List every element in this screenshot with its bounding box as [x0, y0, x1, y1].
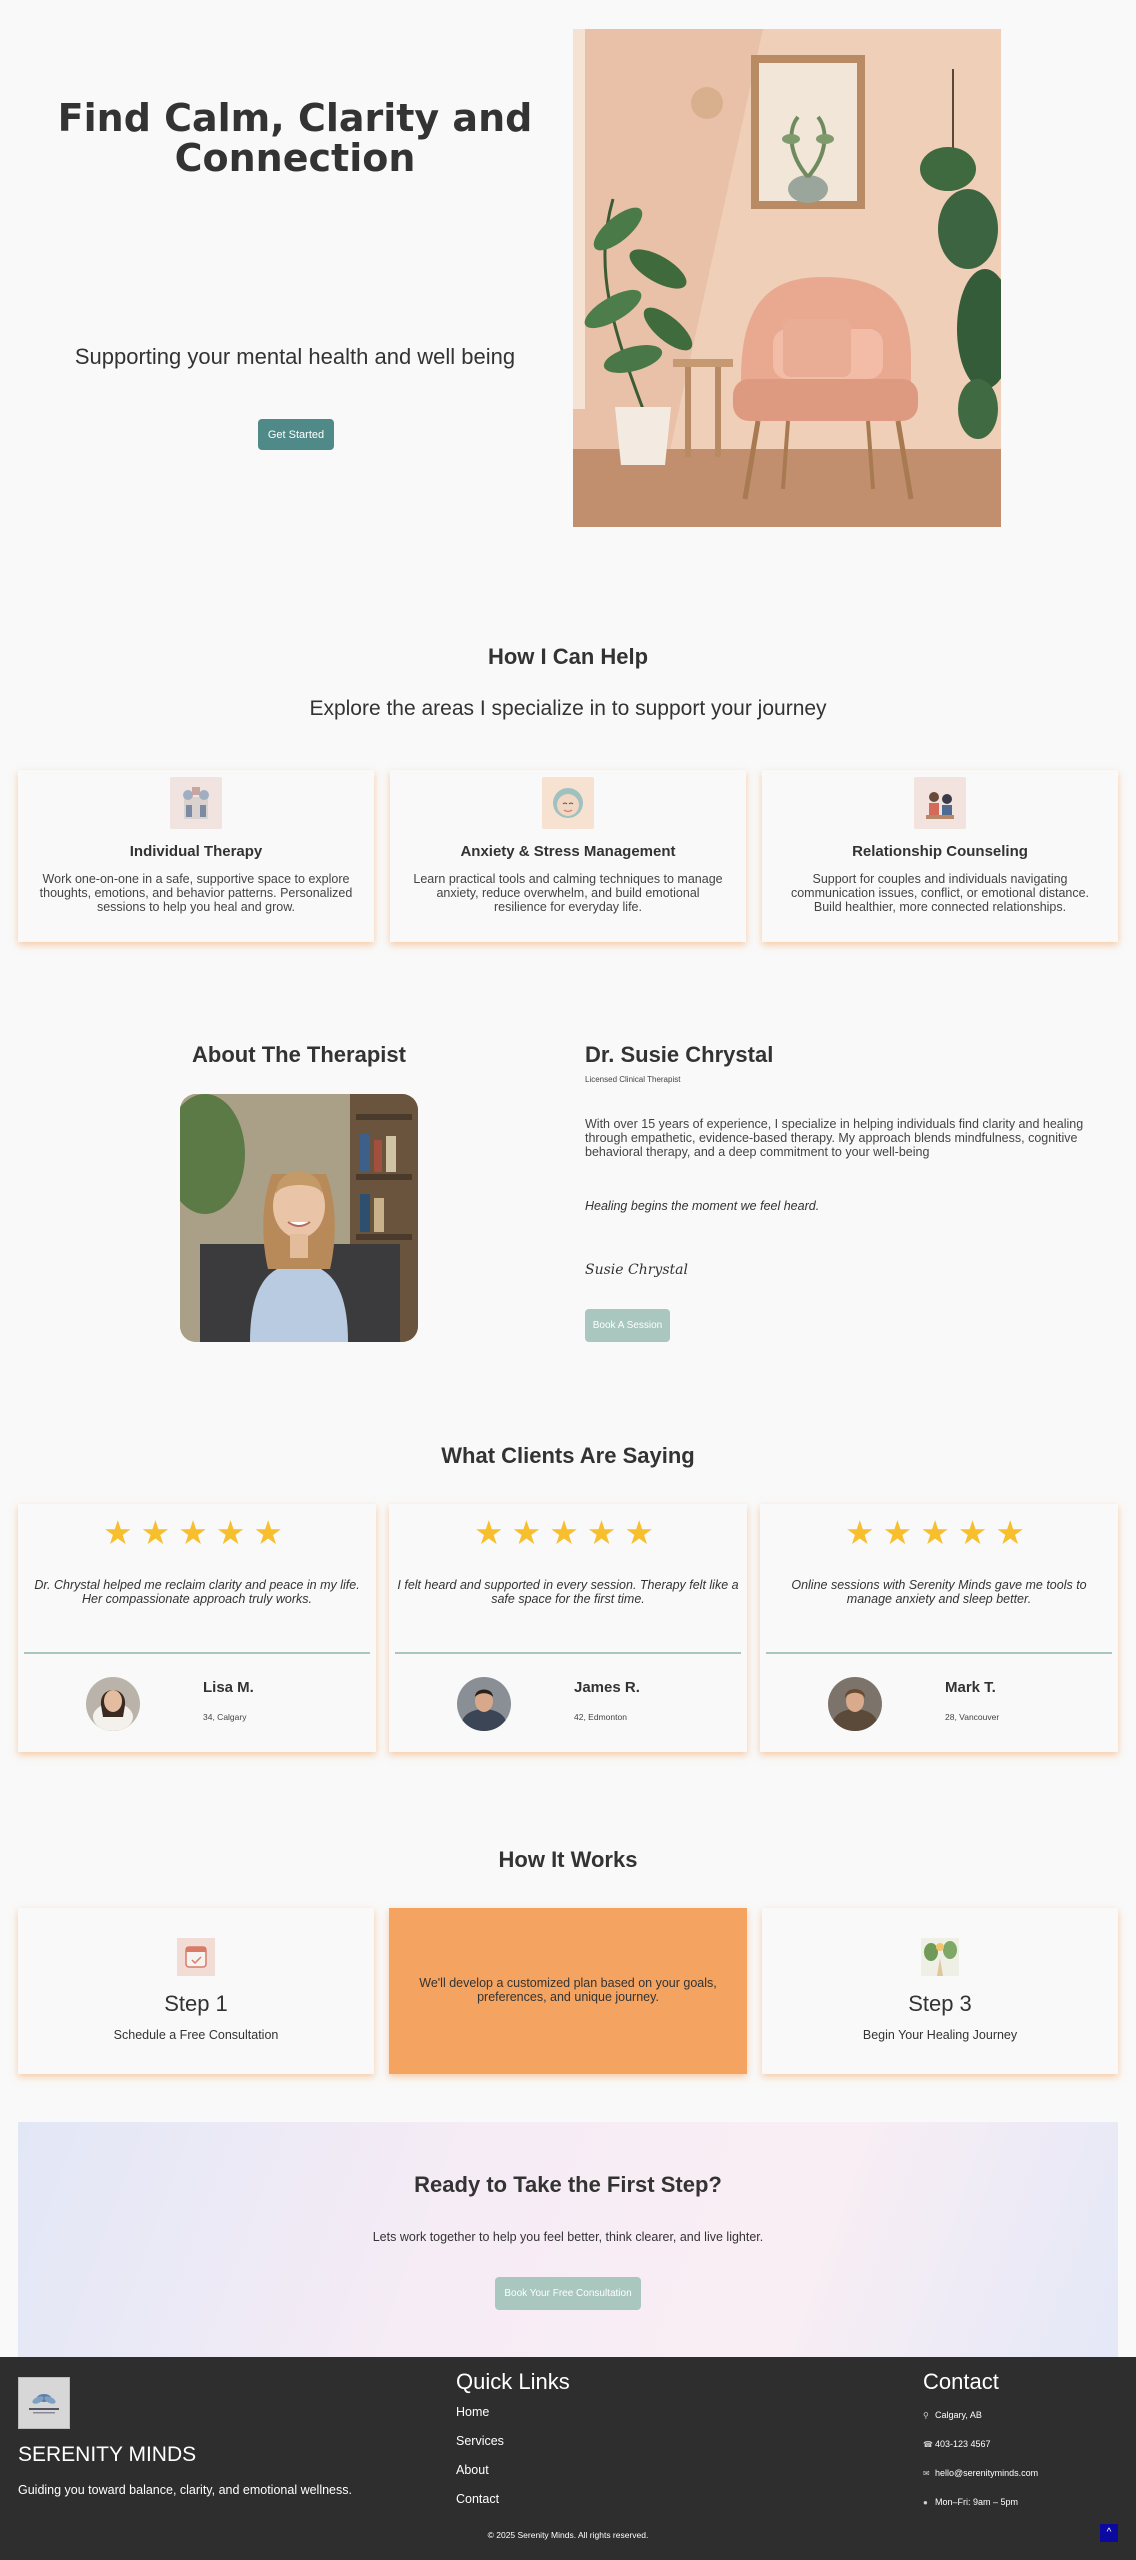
star-rating: ★★★★★: [474, 1514, 662, 1551]
pin-icon: ⚲: [923, 2411, 929, 2420]
back-to-top-button[interactable]: ^: [1100, 2524, 1118, 2542]
therapist-portrait: [180, 1094, 418, 1342]
clock-icon: ●: [923, 2498, 928, 2507]
footer-link-home[interactable]: Home: [456, 2405, 489, 2419]
therapist-credential: Licensed Clinical Therapist: [585, 1075, 681, 1084]
step-title: Step 3: [908, 1991, 972, 2016]
service-card[interactable]: Relationship Counseling Support for coup…: [762, 770, 1118, 942]
therapy-illustration-icon: [170, 777, 222, 829]
about-title: About The Therapist: [192, 1042, 406, 1067]
step-card-hovered: We'll develop a customized plan based on…: [389, 1908, 747, 2074]
testimonials-title: What Clients Are Saying: [441, 1443, 695, 1468]
step-description: Begin Your Healing Journey: [862, 2028, 1018, 2042]
service-title: Relationship Counseling: [852, 843, 1028, 860]
hero-title: Find Calm, Clarity and Connection: [57, 96, 533, 180]
cta-title: Ready to Take the First Step?: [414, 2172, 722, 2197]
get-started-button[interactable]: Get Started: [258, 419, 334, 450]
quick-links-title: Quick Links: [456, 2369, 570, 2394]
contact-title: Contact: [923, 2369, 999, 2394]
footer-link-about[interactable]: About: [456, 2463, 489, 2477]
therapist-bio: With over 15 years of experience, I spec…: [585, 1117, 1084, 1159]
services-title: How I Can Help: [487, 644, 649, 669]
step-card: Step 3 Begin Your Healing Journey: [762, 1908, 1118, 2074]
mail-icon: ✉: [923, 2469, 930, 2478]
testimonial-quote: Dr. Chrystal helped me reclaim clarity a…: [34, 1578, 360, 1606]
testimonial-card: ★★★★★ Online sessions with Serenity Mind…: [760, 1504, 1118, 1752]
service-description: Support for couples and individuals navi…: [790, 872, 1090, 914]
step-description: Schedule a Free Consultation: [113, 2028, 279, 2042]
testimonial-quote: I felt heard and supported in every sess…: [397, 1578, 739, 1606]
therapist-photo: [180, 1094, 418, 1342]
couple-illustration-icon: [914, 777, 966, 829]
hero-room-image: [573, 29, 1001, 527]
avatar: [86, 1677, 140, 1731]
client-meta: 42, Edmonton: [574, 1712, 627, 1722]
step-card: Step 1 Schedule a Free Consultation: [18, 1908, 374, 2074]
services-subtitle: Explore the areas I specialize in to sup…: [309, 697, 827, 720]
avatar: [828, 1677, 882, 1731]
service-title: Individual Therapy: [129, 843, 263, 860]
free-consultation-button[interactable]: Book Your Free Consultation: [495, 2277, 641, 2310]
armchair-room-illustration: [573, 29, 1001, 527]
divider: [395, 1652, 741, 1654]
footer-tagline: Guiding you toward balance, clarity, and…: [18, 2483, 352, 2497]
contact-hours: ● Mon–Fri: 9am – 5pm: [923, 2497, 1019, 2507]
testimonial-quote: Online sessions with Serenity Minds gave…: [791, 1578, 1087, 1606]
client-name: James R.: [574, 1679, 640, 1696]
how-title: How It Works: [498, 1847, 638, 1872]
avatar: [457, 1677, 511, 1731]
service-title: Anxiety & Stress Management: [460, 843, 676, 860]
service-card[interactable]: Anxiety & Stress Management Learn practi…: [390, 770, 746, 942]
footer-link-services[interactable]: Services: [456, 2434, 504, 2448]
footer-brand: SERENITY MINDS: [18, 2443, 197, 2466]
divider: [24, 1652, 370, 1654]
star-rating: ★★★★★: [845, 1514, 1033, 1551]
therapist-name: Dr. Susie Chrystal: [585, 1042, 774, 1067]
client-meta: 28, Vancouver: [945, 1712, 1000, 1722]
contact-email[interactable]: ✉ hello@serenityminds.com: [923, 2468, 1038, 2478]
cta-section: Ready to Take the First Step? Lets work …: [18, 2122, 1118, 2357]
calendar-icon: [177, 1938, 215, 1976]
nature-path-icon: [921, 1938, 959, 1976]
client-name: Lisa M.: [203, 1679, 254, 1696]
footer-link-contact[interactable]: Contact: [456, 2492, 499, 2506]
step-title: Step 1: [164, 1991, 228, 2016]
brand-logo: [18, 2377, 70, 2429]
step-hover-text: We'll develop a customized plan based on…: [419, 1976, 717, 2004]
divider: [766, 1652, 1112, 1654]
service-description: Learn practical tools and calming techni…: [413, 872, 723, 914]
cta-text: Lets work together to help you feel bett…: [372, 2230, 764, 2244]
copyright: © 2025 Serenity Minds. All rights reserv…: [487, 2530, 649, 2540]
testimonial-card: ★★★★★ Dr. Chrystal helped me reclaim cla…: [18, 1504, 376, 1752]
client-meta: 34, Calgary: [203, 1712, 247, 1722]
footer: SERENITY MINDS Guiding you toward balanc…: [0, 2357, 1136, 2560]
testimonial-card: ★★★★★ I felt heard and supported in ever…: [389, 1504, 747, 1752]
therapist-quote: Healing begins the moment we feel heard.: [585, 1199, 820, 1213]
book-session-button[interactable]: Book A Session: [585, 1309, 670, 1342]
service-card[interactable]: Individual Therapy Work one-on-one in a …: [18, 770, 374, 942]
service-description: Work one-on-one in a safe, supportive sp…: [39, 872, 353, 914]
calm-face-illustration-icon: [542, 777, 594, 829]
contact-location: ⚲ Calgary, AB: [923, 2410, 982, 2420]
phone-icon: ☎: [923, 2440, 933, 2449]
star-rating: ★★★★★: [103, 1514, 291, 1551]
therapist-signature: Susie Chrystal: [585, 1262, 688, 1278]
contact-phone: ☎ 403-123 4567: [923, 2439, 991, 2449]
client-name: Mark T.: [945, 1679, 996, 1696]
hero-subtitle: Supporting your mental health and well b…: [74, 344, 516, 369]
